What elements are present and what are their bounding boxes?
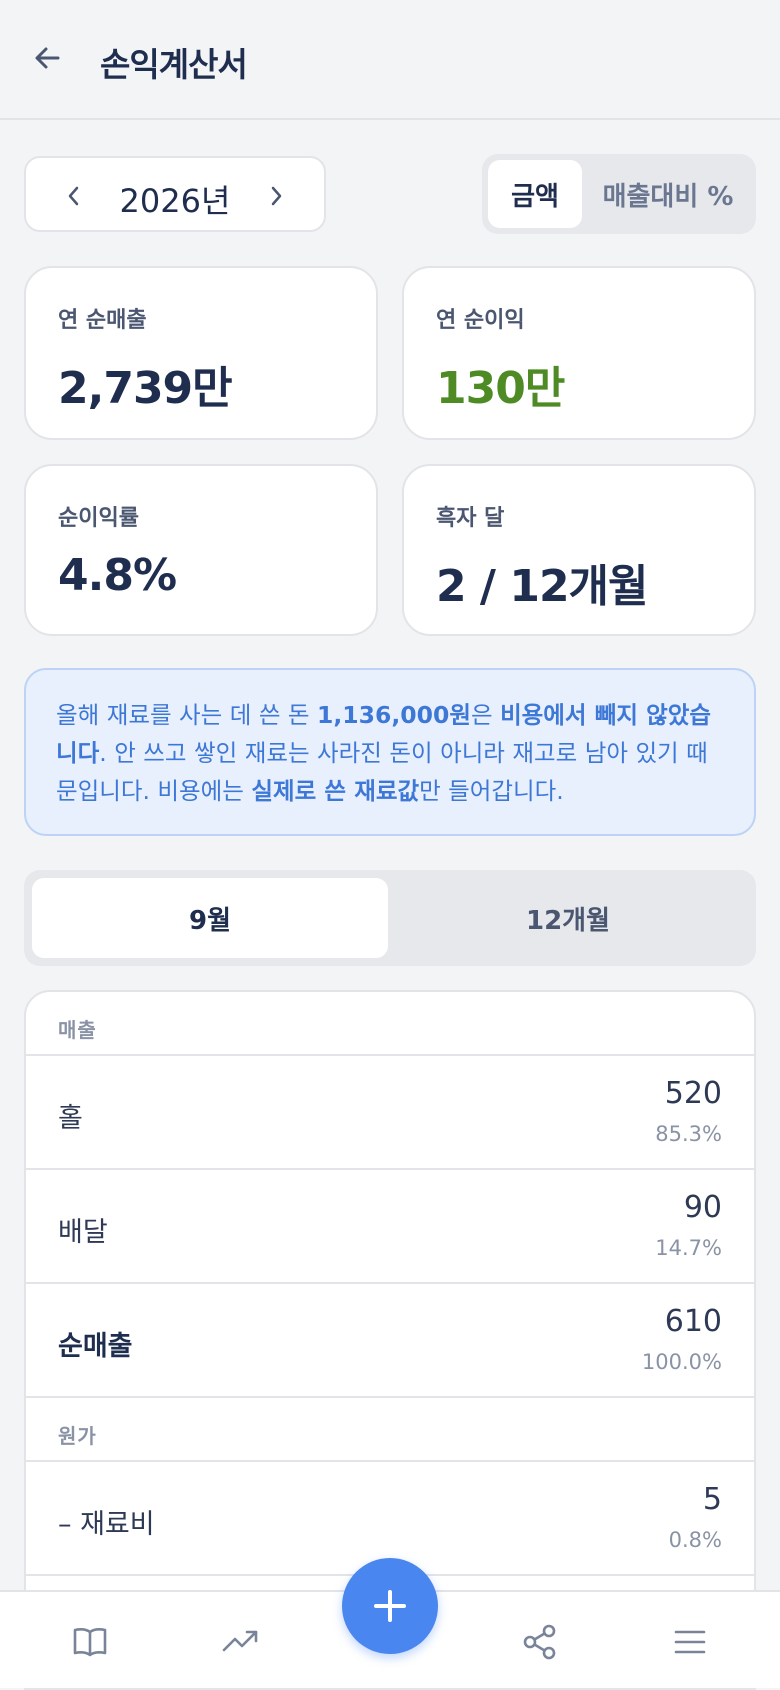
row-percent: 85.3% — [655, 1122, 722, 1146]
card-annual-net-sales: 연 순매출 2,739만 — [24, 266, 378, 440]
next-year-button[interactable] — [258, 178, 294, 214]
arrow-left-icon — [35, 47, 60, 69]
toggle-amount[interactable]: 금액 — [488, 160, 582, 228]
card-net-margin: 순이익률 4.8% — [24, 464, 378, 636]
nav-share[interactable] — [516, 1618, 564, 1666]
nav-menu[interactable] — [666, 1618, 714, 1666]
row-value: 90 — [683, 1190, 722, 1225]
share-icon — [523, 1624, 556, 1660]
card-value: 2 / 12개월 — [436, 561, 649, 612]
plus-icon — [374, 1590, 406, 1622]
row-label: 배달 — [58, 1217, 108, 1248]
page-title: 손익계산서 — [100, 45, 248, 84]
card-label: 연 순매출 — [58, 308, 147, 333]
book-icon — [73, 1628, 107, 1657]
section-label: 원가 — [58, 1424, 97, 1448]
menu-icon — [674, 1630, 706, 1654]
table-row[interactable]: 홀 520 85.3% — [26, 1056, 754, 1170]
tab-month[interactable]: 9월 — [32, 878, 388, 958]
back-button[interactable] — [28, 38, 68, 78]
tab-12-months[interactable]: 12개월 — [388, 878, 748, 958]
row-value: 610 — [664, 1304, 722, 1339]
notice-text: 만 들어갑니다. — [419, 777, 564, 805]
nav-ledger[interactable] — [66, 1618, 114, 1666]
card-label: 연 순이익 — [436, 308, 525, 333]
notice-text: 올해 재료를 사는 데 쓴 돈 — [56, 701, 318, 729]
card-label: 순이익률 — [58, 506, 139, 531]
card-value: 130만 — [436, 363, 565, 414]
row-label: – 재료비 — [58, 1509, 155, 1540]
notice-amount: 1,136,000원 — [317, 701, 471, 729]
row-label: 순매출 — [58, 1331, 133, 1362]
chevron-right-icon — [271, 186, 282, 206]
row-value: 5 — [702, 1482, 722, 1517]
row-value: 520 — [664, 1076, 722, 1111]
card-profit-months: 흑자 달 2 / 12개월 — [402, 464, 756, 636]
inventory-notice: 올해 재료를 사는 데 쓴 돈 1,136,000원은 비용에서 빼지 않았습니… — [24, 668, 756, 836]
table-row-total[interactable]: 순매출 610 100.0% — [26, 1284, 754, 1398]
toggle-ratio[interactable]: 매출대비 % — [584, 160, 752, 228]
table-row[interactable]: 배달 90 14.7% — [26, 1170, 754, 1284]
notice-emphasis: 실제로 쓴 재료값 — [251, 777, 420, 805]
row-label: 홀 — [58, 1103, 83, 1134]
card-label: 흑자 달 — [436, 506, 505, 531]
card-value: 2,739만 — [58, 363, 233, 414]
add-entry-button[interactable] — [342, 1558, 438, 1654]
trending-up-icon — [222, 1630, 258, 1652]
year-selector: 2026년 — [24, 156, 326, 232]
nav-trends[interactable] — [216, 1618, 264, 1666]
section-header-revenue: 매출 — [26, 992, 754, 1056]
app-header: 손익계산서 — [0, 0, 780, 120]
row-percent: 100.0% — [641, 1350, 722, 1374]
view-toggle: 금액 매출대비 % — [482, 154, 756, 234]
card-value: 4.8% — [58, 550, 177, 601]
card-annual-net-profit: 연 순이익 130만 — [402, 266, 756, 440]
section-header-cost: 원가 — [26, 1398, 754, 1462]
row-percent: 14.7% — [655, 1236, 722, 1260]
period-tabs: 9월 12개월 — [24, 870, 756, 966]
notice-text: 은 — [470, 701, 501, 729]
row-percent: 0.8% — [668, 1528, 722, 1552]
section-label: 매출 — [58, 1018, 97, 1042]
